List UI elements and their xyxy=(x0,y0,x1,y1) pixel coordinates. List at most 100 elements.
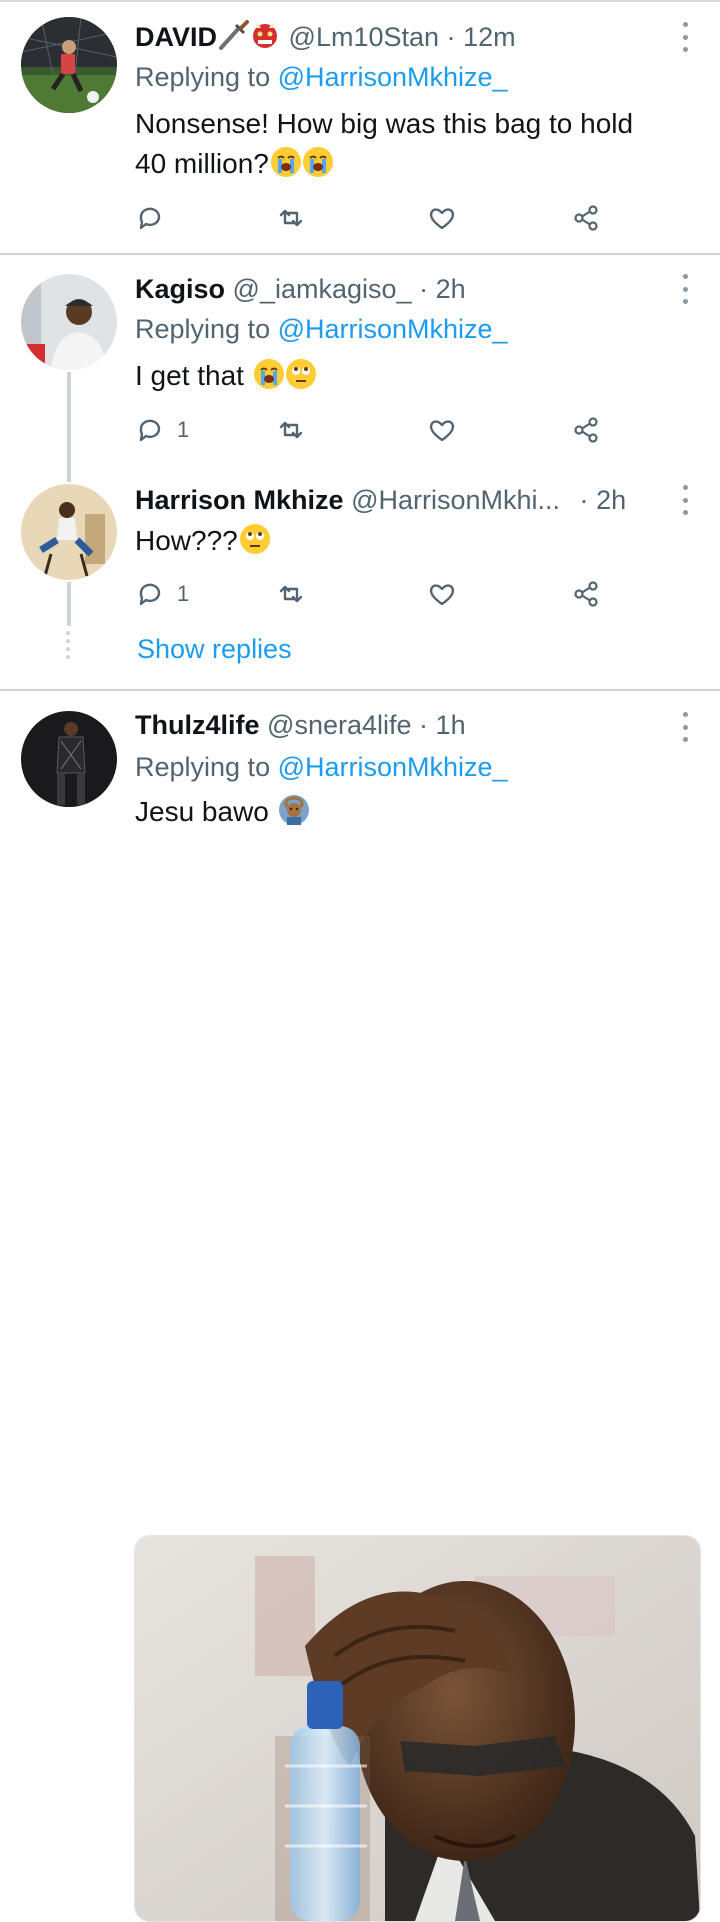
display-name[interactable]: Harrison Mkhize xyxy=(135,485,344,515)
tweet-header: Kagiso @_iamkagiso_ · 2h xyxy=(135,272,466,306)
tweet-actions xyxy=(135,200,615,236)
tweet-text-fragment: How??? xyxy=(135,525,238,556)
thread-connector xyxy=(67,372,71,482)
thread-connector xyxy=(67,582,71,626)
more-options-icon[interactable] xyxy=(676,22,694,52)
retweet-button[interactable] xyxy=(276,576,306,612)
tweet-header: Thulz4life @snera4life · 1h xyxy=(135,708,466,742)
more-options-icon[interactable] xyxy=(676,485,694,515)
mention-link[interactable]: @HarrisonMkhize_ xyxy=(278,62,508,92)
like-icon xyxy=(429,584,455,606)
retweet-icon xyxy=(279,421,303,439)
loudly-crying-face-icon xyxy=(270,147,301,177)
retweet-icon xyxy=(279,585,303,603)
tweet-harrison[interactable]: Harrison Mkhize @HarrisonMkhi... · 2h Ho… xyxy=(0,471,720,688)
tweet-header: Harrison Mkhize @HarrisonMkhi... · 2h xyxy=(135,483,626,517)
avatar-image xyxy=(21,274,117,370)
reply-count: 1 xyxy=(177,581,190,606)
show-replies-link[interactable]: Show replies xyxy=(137,632,292,666)
reply-icon xyxy=(139,207,161,230)
tweet-actions: 1 xyxy=(135,576,615,612)
tweet-text-fragment: I get that xyxy=(135,360,252,391)
retweet-button[interactable] xyxy=(276,412,306,448)
share-icon xyxy=(574,417,598,443)
tweet-text-fragment: Jesu bawo xyxy=(135,796,277,827)
avatar[interactable] xyxy=(21,17,117,113)
separator-dot: · xyxy=(579,485,589,515)
timestamp[interactable]: 2h xyxy=(596,485,626,515)
photo-man-holding-head xyxy=(135,1536,700,1921)
replying-to-label: Replying to xyxy=(135,752,278,782)
like-button[interactable] xyxy=(427,412,457,448)
share-icon xyxy=(574,205,598,231)
like-icon xyxy=(429,208,455,230)
mention-link[interactable]: @HarrisonMkhize_ xyxy=(278,314,508,344)
divider xyxy=(0,253,720,255)
avatar-image xyxy=(21,17,117,113)
replying-to: Replying to @HarrisonMkhize_ xyxy=(135,750,508,784)
tweet-text-fragment: 40 million? xyxy=(135,148,269,179)
tweet-text: How??? xyxy=(135,521,695,561)
share-icon xyxy=(574,581,598,607)
tweet-text: Jesu bawo xyxy=(135,792,695,832)
display-name[interactable]: Thulz4life xyxy=(135,710,260,740)
handle: @snera4life xyxy=(267,710,412,740)
reply-icon xyxy=(139,419,161,442)
tweet-david[interactable]: DAVID @Lm10Stan · 12m Replying to @Harri… xyxy=(0,0,720,254)
person-gesturing-ok-icon xyxy=(278,795,309,825)
replying-to: Replying to @HarrisonMkhize_ xyxy=(135,312,508,346)
dagger-icon xyxy=(219,20,250,50)
handle: @Lm10Stan xyxy=(288,22,440,52)
tweet-kagiso[interactable]: Kagiso @_iamkagiso_ · 2h Replying to @Ha… xyxy=(0,256,720,482)
face-with-rolling-eyes-icon xyxy=(285,359,316,389)
more-options-icon[interactable] xyxy=(676,712,694,742)
reply-button[interactable]: 1 xyxy=(135,576,189,612)
retweet-icon xyxy=(279,209,303,227)
tweet-thulz4life[interactable]: Thulz4life @snera4life · 1h Replying to … xyxy=(0,692,720,1922)
timestamp[interactable]: 1h xyxy=(436,710,466,740)
tweet-text: I get that xyxy=(135,356,695,396)
handle: @HarrisonMkhi... xyxy=(351,485,561,515)
timestamp[interactable]: 2h xyxy=(436,274,466,304)
replying-to-label: Replying to xyxy=(135,314,278,344)
separator-dot: · xyxy=(419,274,429,304)
share-button[interactable] xyxy=(571,200,601,236)
thread-more-dots xyxy=(66,631,72,659)
avatar[interactable] xyxy=(21,274,117,370)
display-name[interactable]: DAVID xyxy=(135,22,217,52)
reply-icon xyxy=(139,583,161,606)
face-with-rolling-eyes-icon xyxy=(239,524,270,554)
tweet-actions: 1 xyxy=(135,412,615,448)
display-name[interactable]: Kagiso xyxy=(135,274,225,304)
separator-dot: · xyxy=(419,710,429,740)
avatar-image xyxy=(21,711,117,807)
avatar-image xyxy=(21,484,117,580)
replying-to: Replying to @HarrisonMkhize_ xyxy=(135,60,508,94)
handle: @_iamkagiso_ xyxy=(232,274,412,304)
reply-button[interactable]: 1 xyxy=(135,412,189,448)
share-button[interactable] xyxy=(571,576,601,612)
loudly-crying-face-icon xyxy=(253,359,284,389)
loudly-crying-face-icon xyxy=(302,147,333,177)
like-icon xyxy=(429,420,455,442)
ogre-icon xyxy=(253,22,278,48)
tweet-media-image[interactable] xyxy=(134,1535,701,1922)
mention-link[interactable]: @HarrisonMkhize_ xyxy=(278,752,508,782)
like-button[interactable] xyxy=(427,576,457,612)
reply-count: 1 xyxy=(177,417,190,442)
divider xyxy=(0,689,720,691)
avatar[interactable] xyxy=(21,711,117,807)
tweet-text-line: Nonsense! How big was this bag to hold xyxy=(135,108,634,139)
share-button[interactable] xyxy=(571,412,601,448)
more-options-icon[interactable] xyxy=(676,274,694,304)
avatar[interactable] xyxy=(21,484,117,580)
separator-dot: · xyxy=(446,22,456,52)
like-button[interactable] xyxy=(427,200,457,236)
reply-button[interactable] xyxy=(135,200,177,236)
replying-to-label: Replying to xyxy=(135,62,278,92)
retweet-button[interactable] xyxy=(276,200,306,236)
tweet-text-line: 40 million? xyxy=(135,144,695,184)
timestamp[interactable]: 12m xyxy=(463,22,516,52)
tweet-text: Nonsense! How big was this bag to hold 4… xyxy=(135,104,695,184)
tweet-header: DAVID @Lm10Stan · 12m xyxy=(135,20,516,54)
